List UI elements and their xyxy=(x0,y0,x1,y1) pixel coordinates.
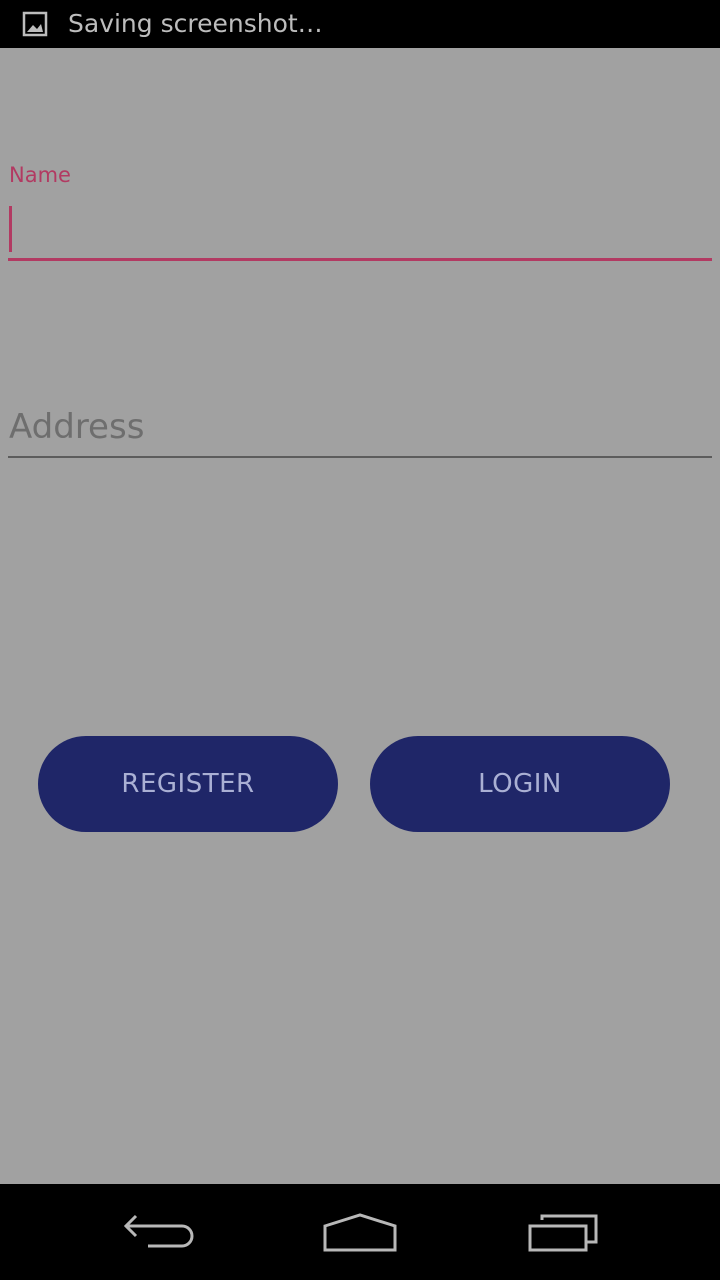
name-input[interactable] xyxy=(8,202,712,261)
recents-icon[interactable] xyxy=(522,1208,602,1256)
login-button[interactable]: LOGIN xyxy=(370,736,670,832)
navigation-bar xyxy=(0,1184,720,1280)
main-content: Name Address REGISTER LOGIN xyxy=(0,48,720,1184)
text-cursor xyxy=(9,206,12,252)
address-input[interactable]: Address xyxy=(8,398,712,458)
register-button[interactable]: REGISTER xyxy=(38,736,338,832)
name-field-label: Name xyxy=(9,163,71,187)
status-notification-text: Saving screenshot… xyxy=(68,9,323,38)
status-bar: Saving screenshot… xyxy=(0,0,720,48)
back-icon[interactable] xyxy=(120,1208,200,1256)
home-icon[interactable] xyxy=(320,1208,400,1256)
address-placeholder: Address xyxy=(9,407,145,447)
image-icon xyxy=(22,11,48,37)
